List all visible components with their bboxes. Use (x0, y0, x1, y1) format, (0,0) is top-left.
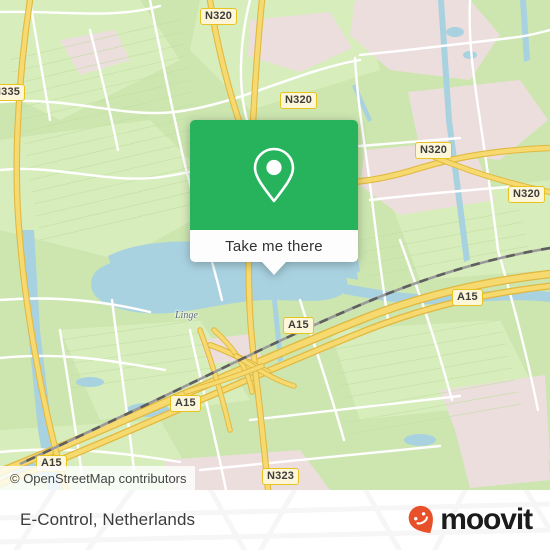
moovit-wordmark: moovit (440, 503, 533, 536)
map-screen: N320 N335 N320 N320 N320 A15 A15 A15 A15… (0, 0, 550, 550)
take-me-there-popup[interactable]: Take me there (190, 120, 358, 275)
moovit-brand[interactable]: moovit (405, 503, 533, 537)
attribution-text: © OpenStreetMap contributors (10, 470, 187, 486)
footer-bar: E-Control, Netherlands moovit (0, 490, 550, 550)
popup-icon-panel (190, 120, 358, 230)
road-shield[interactable]: A15 (452, 289, 483, 306)
water-label-linge: Linge (175, 310, 198, 321)
road-shield[interactable]: N320 (200, 8, 238, 25)
road-shield[interactable]: N320 (415, 142, 453, 159)
location-title: E-Control, Netherlands (20, 510, 196, 529)
popup-action-bar[interactable]: Take me there (190, 230, 358, 275)
map-attribution[interactable]: © OpenStreetMap contributors (0, 466, 195, 490)
moovit-smiley-pin-icon (408, 505, 434, 534)
road-shield[interactable]: N320 (280, 92, 318, 109)
road-shield[interactable]: A15 (170, 395, 201, 412)
map-pin-icon (253, 147, 295, 203)
road-shield[interactable]: N335 (0, 84, 26, 101)
road-shield[interactable]: N323 (262, 468, 300, 485)
road-shield[interactable]: N320 (508, 186, 546, 203)
map-canvas[interactable]: N320 N335 N320 N320 N320 A15 A15 A15 A15… (0, 0, 550, 490)
popup-tail (262, 262, 286, 275)
road-shield[interactable]: A15 (283, 317, 314, 334)
take-me-there-label: Take me there (225, 237, 323, 255)
